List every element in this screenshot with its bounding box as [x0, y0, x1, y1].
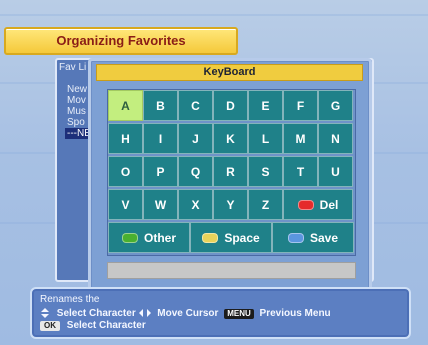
help-previous-menu-label: Previous Menu: [259, 308, 331, 319]
blue-button-icon: [287, 232, 304, 243]
key-y[interactable]: Y: [213, 189, 248, 220]
tv-screen: Organizing Favorites Fav Li New Mov Mus …: [0, 0, 428, 345]
favorites-header: Fav Li: [59, 62, 87, 73]
key-v[interactable]: V: [108, 189, 143, 220]
save-label: Save: [309, 230, 339, 245]
other-key[interactable]: Other: [108, 222, 190, 253]
background-stripe: [0, 14, 428, 16]
key-f[interactable]: F: [283, 90, 318, 121]
help-select-character-label: Select Character: [56, 308, 136, 319]
keyboard-title: KeyBoard: [96, 64, 363, 81]
left-right-arrows-icon: [138, 309, 151, 318]
key-g[interactable]: G: [318, 90, 353, 121]
key-t[interactable]: T: [283, 156, 318, 187]
navigation-arrows-icon: [41, 308, 49, 319]
help-line-1: Select Character Move Cursor MENU Previo…: [40, 308, 331, 319]
key-p[interactable]: P: [143, 156, 178, 187]
green-button-icon: [121, 232, 138, 243]
key-s[interactable]: S: [248, 156, 283, 187]
key-e[interactable]: E: [248, 90, 283, 121]
key-row: H I J K L M N: [108, 123, 355, 154]
help-bar: Renames the Select Character Move Cursor…: [30, 287, 411, 339]
key-row: Other Space Save: [108, 222, 355, 253]
help-description: Renames the: [40, 294, 100, 305]
key-m[interactable]: M: [283, 123, 318, 154]
page-title: Organizing Favorites: [56, 33, 186, 48]
key-row: O P Q R S T U: [108, 156, 355, 187]
key-d[interactable]: D: [213, 90, 248, 121]
help-line-2: OK Select Character: [40, 320, 146, 331]
save-key[interactable]: Save: [272, 222, 354, 253]
key-a[interactable]: A: [108, 90, 143, 121]
key-c[interactable]: C: [178, 90, 213, 121]
help-move-cursor-label: Move Cursor: [157, 308, 219, 319]
help-select-character-label-2: Select Character: [66, 320, 146, 331]
space-key[interactable]: Space: [190, 222, 272, 253]
text-input-field[interactable]: [107, 262, 356, 279]
key-row: A B C D E F G: [108, 90, 355, 121]
key-u[interactable]: U: [318, 156, 353, 187]
keyboard-grid: A B C D E F G H I J K L M N O P Q R S T …: [107, 89, 356, 256]
key-b[interactable]: B: [143, 90, 178, 121]
delete-key[interactable]: Del: [283, 189, 353, 220]
key-n[interactable]: N: [318, 123, 353, 154]
page-title-bar: Organizing Favorites: [4, 27, 238, 55]
key-row: V W X Y Z Del: [108, 189, 355, 220]
space-label: Space: [224, 230, 260, 245]
key-o[interactable]: O: [108, 156, 143, 187]
ok-key-icon: OK: [40, 321, 60, 331]
yellow-button-icon: [202, 232, 219, 243]
key-x[interactable]: X: [178, 189, 213, 220]
red-button-icon: [297, 199, 314, 210]
keyboard-dialog: KeyBoard A B C D E F G H I J K L M N O P…: [88, 58, 372, 296]
key-z[interactable]: Z: [248, 189, 283, 220]
key-h[interactable]: H: [108, 123, 143, 154]
key-q[interactable]: Q: [178, 156, 213, 187]
delete-label: Del: [319, 197, 339, 212]
key-r[interactable]: R: [213, 156, 248, 187]
key-w[interactable]: W: [143, 189, 178, 220]
key-k[interactable]: K: [213, 123, 248, 154]
key-j[interactable]: J: [178, 123, 213, 154]
other-label: Other: [143, 230, 176, 245]
key-i[interactable]: I: [143, 123, 178, 154]
key-l[interactable]: L: [248, 123, 283, 154]
menu-key-icon: MENU: [224, 309, 254, 319]
